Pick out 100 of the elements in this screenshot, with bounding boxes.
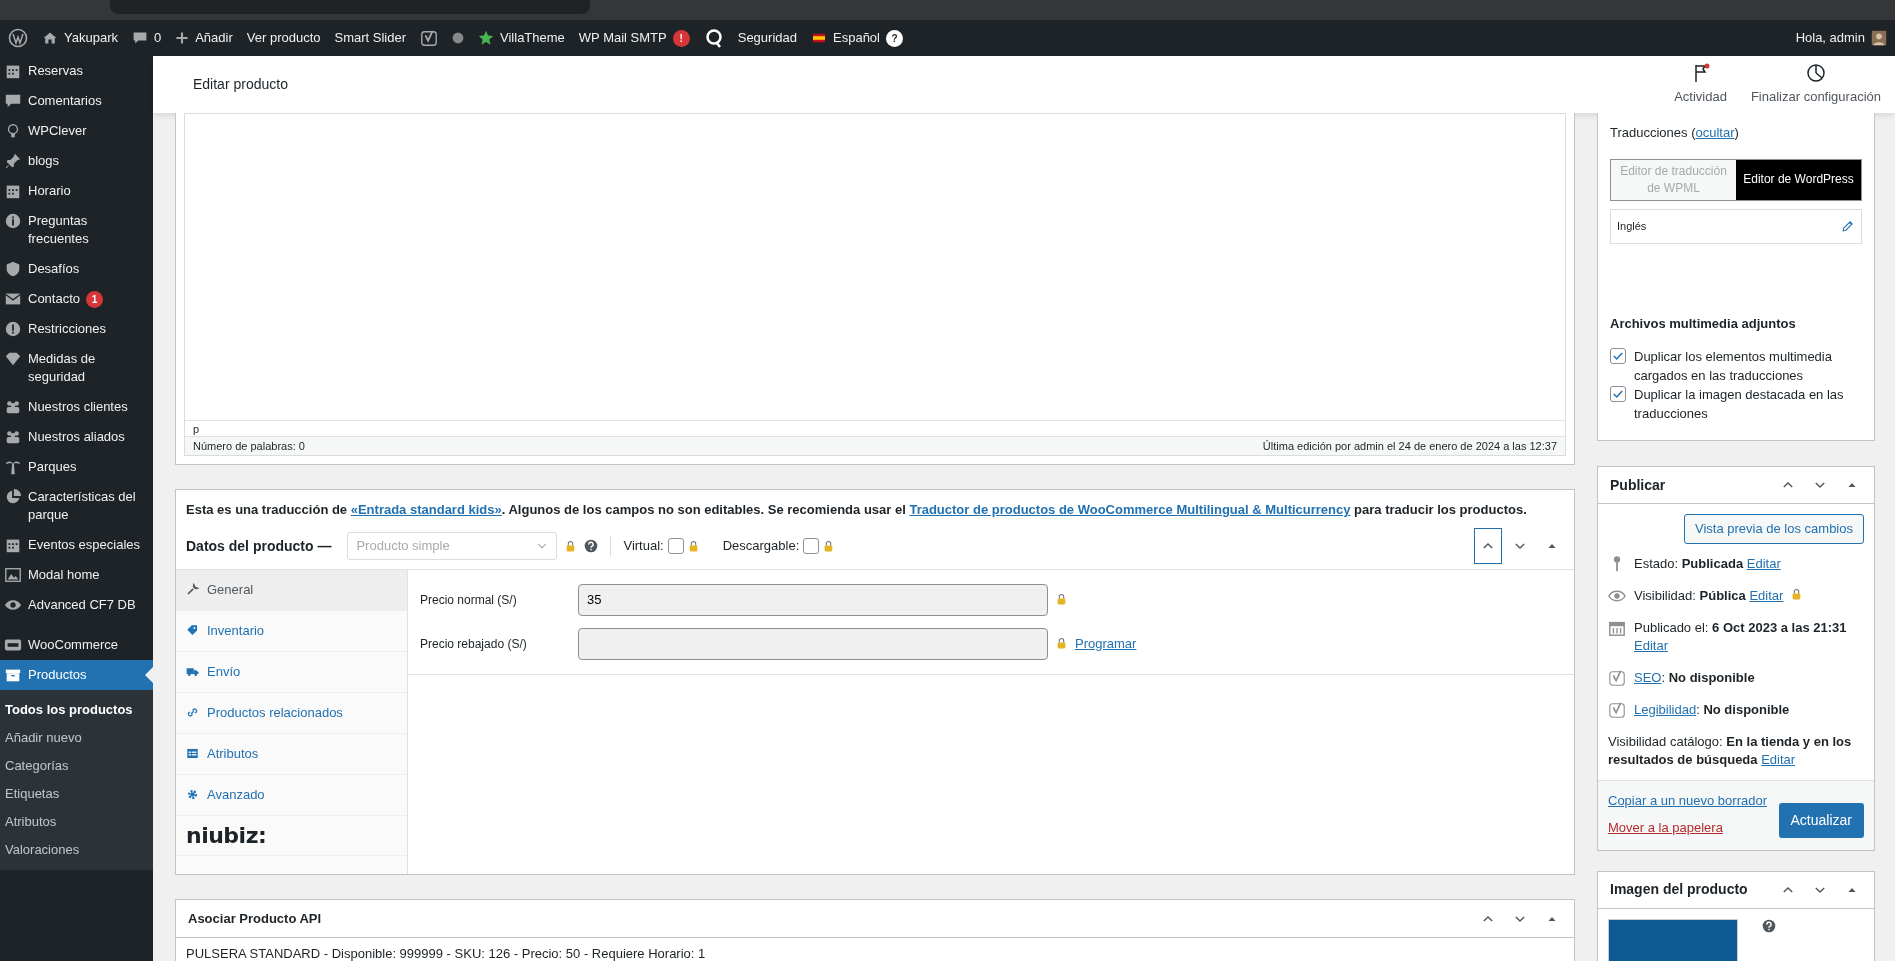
- count-badge: 1: [86, 291, 104, 308]
- menu-item[interactable]: Características del parque: [0, 482, 153, 530]
- checkmark-icon: [1612, 388, 1624, 400]
- translation-notice: Esta es una traducción de «Entrada standard kids». Algunos de los campos no son editables. Se recomienda usar el Traductor de productos de WooCommerce Multilingual & Multicurrency para traducir los productos.: [185, 501, 1528, 519]
- editor-toggle[interactable]: Editor de WordPress: [1736, 159, 1861, 200]
- product-info-line: PULSERA STANDARD - Disponible: 999999 - SKU: 126 - Precio: 50 - Requiere Horario: 1: [185, 945, 707, 961]
- language-name: Inglés: [1617, 218, 1647, 234]
- status-line: SEO: No disponible: [1634, 668, 1755, 687]
- link[interactable]: Mover a la papelera: [1608, 818, 1767, 838]
- input-field[interactable]: 35: [578, 583, 1048, 616]
- menu-item[interactable]: WooCommerce: [0, 630, 153, 660]
- link[interactable]: «Entrada standard kids»: [350, 502, 502, 517]
- checkbox[interactable]: [803, 538, 820, 554]
- toolbar-link[interactable]: Seguridad: [737, 28, 797, 48]
- menu-item[interactable]: Contacto 1: [0, 284, 153, 314]
- menu-item[interactable]: Comentarios: [0, 86, 153, 116]
- submenu-item[interactable]: Atributos: [0, 808, 153, 836]
- info-icon: [4, 212, 22, 230]
- toolbar-link[interactable]: Smart Slider: [334, 28, 407, 48]
- menu-item[interactable]: Eventos especiales: [0, 530, 153, 560]
- language-link[interactable]: Español ?: [811, 28, 903, 48]
- option-label: Virtual:: [623, 537, 664, 556]
- edit-button[interactable]: [1841, 219, 1855, 233]
- word-count: Número de palabras: 0: [193, 439, 305, 454]
- header-action[interactable]: Finalizar configuración: [1746, 62, 1885, 107]
- link[interactable]: Editar: [1634, 637, 1668, 653]
- element-path: p: [193, 423, 200, 435]
- menu-item[interactable]: Productos: [0, 660, 153, 690]
- account-link[interactable]: Hola, admin: [1795, 28, 1887, 48]
- pencil-icon: [1841, 219, 1855, 233]
- pushpin-icon: [4, 152, 22, 170]
- checkbox[interactable]: [1610, 348, 1626, 364]
- people-icon: [4, 428, 22, 446]
- menu-item[interactable]: Modal home: [0, 560, 153, 590]
- image-icon: [4, 566, 22, 584]
- panel-title: Datos del producto —: [186, 536, 332, 556]
- add-new-link[interactable]: Añadir: [175, 28, 233, 48]
- menu-item[interactable]: Reservas: [0, 56, 153, 86]
- menu-item[interactable]: Advanced CF7 DB: [0, 590, 153, 620]
- submenu-item[interactable]: Valoraciones: [0, 836, 153, 864]
- link[interactable]: Editar: [1746, 555, 1781, 571]
- progress-circle-icon: [1805, 62, 1826, 83]
- move-up-button[interactable]: [1474, 528, 1502, 564]
- link[interactable]: Copiar a un nuevo borrador: [1608, 790, 1767, 810]
- field-label: Precio normal (S/): [420, 591, 518, 609]
- site-link[interactable]: Yakupark: [42, 28, 118, 48]
- update-button[interactable]: Actualizar: [1778, 802, 1864, 838]
- panel-title: Imagen del producto: [1610, 880, 1748, 899]
- submenu-item[interactable]: Categorías: [0, 752, 153, 780]
- chain-link-icon: [186, 706, 199, 719]
- menu-item[interactable]: blogs: [0, 146, 153, 176]
- menu-item[interactable]: WPClever: [0, 116, 153, 146]
- home-icon: [42, 30, 58, 46]
- menu-item[interactable]: Nuestros clientes: [0, 392, 153, 422]
- link[interactable]: Traductor de productos de WooCommerce Multilingual & Multicurrency: [909, 502, 1351, 517]
- link[interactable]: ocultar: [1695, 125, 1735, 140]
- preview-button[interactable]: Vista previa de los cambios: [1684, 514, 1864, 544]
- tab[interactable]: General: [176, 569, 407, 611]
- submenu-item[interactable]: Etiquetas: [0, 780, 153, 808]
- brand-logo[interactable]: niubiz:: [186, 818, 267, 852]
- avatar-icon: [1871, 30, 1887, 46]
- field-label: Precio rebajado (S/): [420, 635, 528, 653]
- count-badge: !: [672, 29, 690, 47]
- submenu-item[interactable]: Todos los productos: [0, 696, 153, 724]
- link[interactable]: Programar: [1075, 633, 1137, 654]
- menu-item[interactable]: Desafíos: [0, 254, 153, 284]
- submenu-item[interactable]: Añadir nuevo: [0, 724, 153, 752]
- menu-item[interactable]: Preguntas frecuentes: [0, 206, 153, 254]
- y-logo-icon: [1608, 668, 1626, 687]
- toolbar-link[interactable]: VillaTheme: [478, 28, 565, 48]
- checkbox[interactable]: [667, 538, 684, 554]
- q-logo-icon: [703, 28, 724, 48]
- menu-item[interactable]: Medidas de seguridad: [0, 344, 153, 392]
- comments-link[interactable]: 0: [131, 28, 162, 48]
- gear-icon: [186, 788, 199, 801]
- photo-placeholder[interactable]: [1608, 918, 1738, 961]
- palm-tree-icon: [4, 458, 22, 476]
- padlock-icon: [565, 538, 577, 554]
- toolbar-link[interactable]: WP Mail SMTP !: [578, 28, 690, 48]
- option-label: Duplicar la imagen destacada en las traducciones: [1634, 386, 1845, 423]
- link[interactable]: Editar: [1749, 587, 1784, 603]
- menu-item[interactable]: Horario: [0, 176, 153, 206]
- toolbar-link[interactable]: Ver producto: [246, 28, 321, 48]
- pie-chart-icon: [4, 488, 22, 506]
- header-action[interactable]: Actividad: [1670, 62, 1731, 107]
- padlock-icon: [687, 538, 699, 554]
- help-icon: [1762, 918, 1776, 933]
- input-field[interactable]: [578, 627, 1048, 660]
- last-edit-info: Última edición por admin el 24 de enero de 2024 a las 12:37: [1262, 439, 1557, 454]
- menu-item[interactable]: Nuestros aliados: [0, 422, 153, 452]
- tag-icon: [186, 624, 199, 637]
- option-label: Descargable:: [722, 537, 800, 556]
- menu-item[interactable]: Restricciones: [0, 314, 153, 344]
- link[interactable]: Editar: [1761, 751, 1796, 767]
- spain-flag-icon: [811, 32, 827, 44]
- translations-heading: Traducciones (ocultar): [1610, 124, 1740, 142]
- status-line: Visibilidad catálogo: En la tienda y en los resultados de búsqueda Editar: [1608, 732, 1853, 769]
- checkbox[interactable]: [1610, 386, 1626, 402]
- checkmark-icon: [1612, 350, 1624, 362]
- menu-item[interactable]: Parques: [0, 452, 153, 482]
